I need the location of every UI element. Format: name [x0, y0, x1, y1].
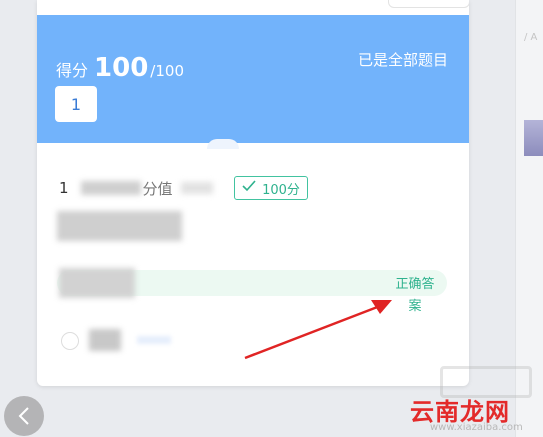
blurred-question-text — [80, 181, 141, 195]
top-button-stub[interactable] — [388, 0, 469, 8]
blurred-question-text-2 — [180, 182, 213, 194]
score-header: 得分 100 /100 已是全部题目 1 — [37, 15, 469, 143]
right-panel-partial-text: / A — [524, 32, 538, 43]
score-label: 得分 — [56, 61, 89, 80]
blurred-option-b — [89, 329, 121, 351]
option-b-radio[interactable] — [61, 332, 79, 350]
blurred-option-a — [59, 268, 135, 298]
score-row: 得分 100 /100 — [56, 53, 184, 83]
blurred-question-line — [57, 211, 182, 241]
check-icon — [242, 180, 256, 196]
watermark-url: www.xiazaiba.com — [430, 422, 523, 433]
points-badge-label: 100分 — [262, 182, 300, 198]
question-number-chip[interactable]: 1 — [55, 86, 97, 122]
blurred-option-b-tail — [137, 336, 171, 344]
correct-answer-label: 正确答案 — [395, 277, 435, 314]
score-total: /100 — [150, 62, 184, 80]
question-number: 1 — [59, 179, 69, 197]
right-panel-thumbnail — [524, 120, 543, 156]
back-button[interactable] — [4, 396, 44, 436]
chevron-left-icon — [18, 407, 29, 425]
quiz-result-card: 得分 100 /100 已是全部题目 1 1 分值 100分 正确答案 — [37, 0, 469, 386]
question-title-fragment: 分值 — [142, 179, 173, 198]
question-title: 1 分值 — [59, 178, 213, 198]
points-badge: 100分 — [234, 176, 308, 200]
score-value: 100 — [94, 53, 149, 83]
header-notch — [207, 139, 239, 149]
all-questions-status: 已是全部题目 — [357, 51, 448, 69]
